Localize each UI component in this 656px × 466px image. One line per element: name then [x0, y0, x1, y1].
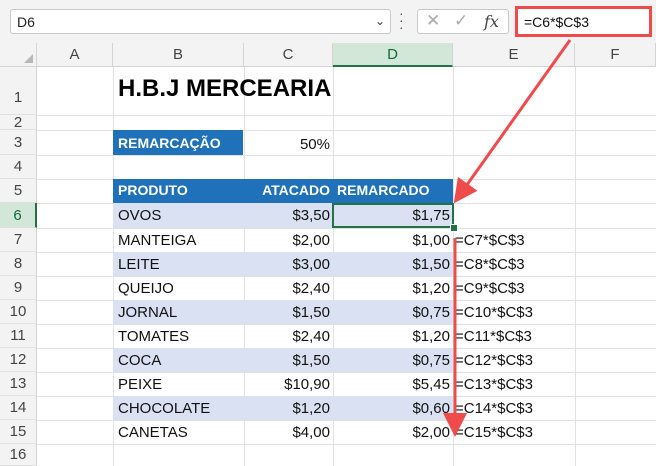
annotation-arrows: [443, 39, 572, 437]
arrow-formula-to-cell: [453, 39, 572, 204]
